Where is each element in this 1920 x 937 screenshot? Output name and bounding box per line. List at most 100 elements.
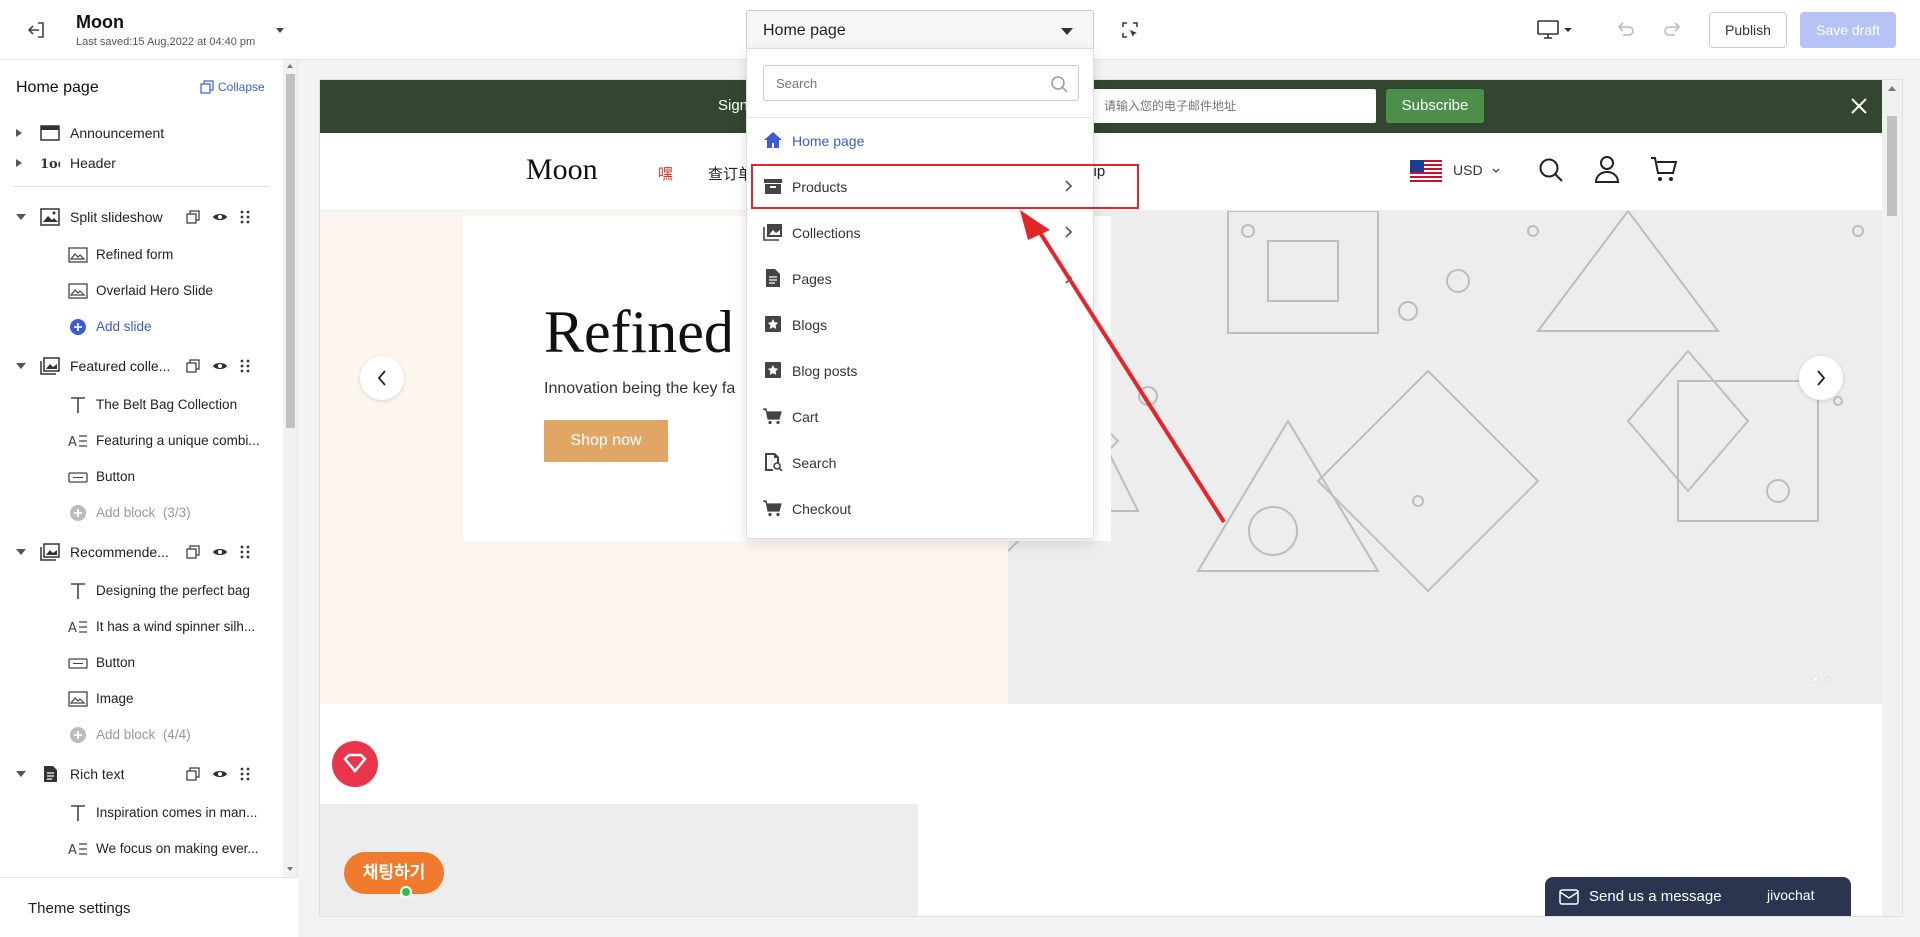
shopping-cart-icon[interactable] — [1650, 155, 1678, 183]
scroll-down-arrow-icon[interactable] — [287, 867, 293, 871]
subscribe-button[interactable]: Subscribe — [1386, 89, 1484, 123]
block-item[interactable]: A Featuring a unique combi... — [0, 426, 280, 456]
sidebar-scrollbar[interactable] — [283, 60, 297, 877]
shop-now-button[interactable]: Shop now — [544, 420, 668, 462]
scroll-up-arrow-icon[interactable] — [1888, 86, 1896, 91]
paragraph-icon: A — [68, 843, 87, 858]
preview-scrollbar[interactable] — [1882, 80, 1902, 916]
chevron-down-icon[interactable] — [1492, 167, 1500, 175]
inspect-icon[interactable] — [1120, 20, 1140, 40]
section-recommended[interactable]: Recommende... — [0, 537, 280, 567]
newsletter-email-field[interactable] — [1092, 89, 1376, 123]
dropdown-item-label: Pages — [792, 271, 832, 287]
drag-handle-icon[interactable] — [240, 767, 250, 781]
red-arrow-annotation — [1020, 210, 1226, 524]
eye-icon[interactable] — [212, 359, 228, 373]
eye-icon[interactable] — [212, 767, 228, 781]
drag-handle-icon[interactable] — [240, 210, 250, 224]
page-selector[interactable]: Home page — [746, 10, 1094, 50]
section-announcement[interactable]: Announcement — [0, 118, 280, 148]
collapse-arrow-icon[interactable] — [16, 771, 26, 777]
section-rich-text[interactable]: Rich text — [0, 759, 280, 789]
slide-next-button[interactable] — [1799, 356, 1843, 400]
exit-icon[interactable] — [26, 20, 46, 40]
add-block-button[interactable]: Add block (4/4) — [0, 720, 280, 750]
chevron-left-icon — [377, 370, 386, 386]
search-doc-icon — [765, 453, 783, 471]
slide-dot[interactable] — [1812, 676, 1819, 683]
section-featured-collection[interactable]: Featured colle... — [0, 351, 280, 381]
block-item[interactable]: A It has a wind spinner silh... — [0, 612, 280, 642]
collapse-button[interactable]: Collapse — [200, 80, 265, 94]
search-icon[interactable] — [1538, 157, 1564, 183]
paragraph-icon: A — [68, 435, 87, 450]
section-label: Featured colle... — [70, 358, 171, 374]
block-item[interactable]: Image — [0, 684, 280, 714]
chat-button[interactable]: 채팅하기 — [344, 852, 444, 894]
blog-post-icon — [765, 362, 781, 378]
scrollbar-thumb[interactable] — [286, 74, 295, 428]
blog-icon — [765, 316, 781, 332]
expand-arrow-icon[interactable] — [16, 159, 22, 167]
cart-icon — [763, 408, 782, 425]
nav-item[interactable]: 嘿 — [658, 163, 673, 184]
drag-handle-icon[interactable] — [240, 359, 250, 373]
close-icon[interactable] — [1850, 97, 1868, 115]
block-item[interactable]: Button — [0, 462, 280, 492]
scroll-up-arrow-icon[interactable] — [287, 64, 293, 68]
checkout-cart-icon — [763, 500, 782, 517]
collapse-arrow-icon[interactable] — [16, 363, 26, 369]
dropdown-item-home-page[interactable]: Home page — [747, 119, 1093, 161]
scrollbar-thumb[interactable] — [1887, 116, 1897, 216]
collapse-arrow-icon[interactable] — [16, 549, 26, 555]
collection-icon — [40, 543, 60, 561]
redo-icon[interactable] — [1662, 18, 1684, 40]
slide-dot[interactable] — [1825, 676, 1832, 683]
block-item[interactable]: The Belt Bag Collection — [0, 390, 280, 420]
text-icon — [71, 805, 85, 821]
block-item[interactable]: Inspiration comes in man... — [0, 798, 280, 828]
drag-handle-icon[interactable] — [240, 545, 250, 559]
slideshow-icon — [40, 208, 60, 226]
currency-selector[interactable]: USD — [1453, 162, 1483, 178]
collapse-arrow-icon[interactable] — [16, 214, 26, 220]
page-search-field[interactable] — [763, 65, 1079, 101]
publish-button[interactable]: Publish — [1709, 12, 1787, 48]
eye-icon[interactable] — [212, 545, 228, 559]
undo-icon[interactable] — [1614, 18, 1636, 40]
collapse-label: Collapse — [218, 80, 265, 94]
add-slide-button[interactable]: Add slide — [0, 312, 280, 342]
section-split-slideshow[interactable]: Split slideshow — [0, 202, 280, 232]
jivochat-widget[interactable]: Send us a message jivochat — [1545, 877, 1851, 916]
duplicate-icon[interactable] — [186, 545, 200, 559]
store-menu-caret-icon[interactable] — [276, 28, 284, 33]
add-block-button[interactable]: Add block (3/3) — [0, 498, 280, 528]
loyalty-badge-icon[interactable] — [332, 741, 378, 787]
text-icon — [71, 397, 85, 413]
eye-icon[interactable] — [212, 210, 228, 224]
us-flag-icon[interactable] — [1410, 160, 1442, 182]
desktop-device-icon[interactable] — [1536, 18, 1576, 40]
theme-settings-button[interactable]: Theme settings — [0, 877, 298, 937]
slide-prev-button[interactable] — [360, 356, 404, 400]
site-logo[interactable]: Moon — [526, 153, 598, 187]
duplicate-icon[interactable] — [186, 359, 200, 373]
block-item[interactable]: Designing the perfect bag — [0, 576, 280, 606]
block-item[interactable]: Refined form — [0, 240, 280, 270]
dropdown-item-label: Collections — [792, 225, 861, 241]
duplicate-icon[interactable] — [186, 767, 200, 781]
block-item[interactable]: Overlaid Hero Slide — [0, 276, 280, 306]
chevron-right-icon — [1817, 370, 1826, 386]
user-account-icon[interactable] — [1594, 155, 1620, 183]
block-item[interactable]: Button — [0, 648, 280, 678]
block-label: Featuring a unique combi... — [96, 433, 260, 448]
add-circle-icon — [70, 505, 86, 521]
expand-arrow-icon[interactable] — [16, 129, 22, 137]
block-item[interactable]: A We focus on making ever... — [0, 834, 280, 864]
svg-text:A: A — [68, 435, 77, 450]
section-header[interactable]: 1oo Header — [0, 148, 280, 178]
duplicate-icon[interactable] — [186, 210, 200, 224]
page-search-input[interactable] — [764, 66, 1034, 100]
save-draft-button[interactable]: Save draft — [1800, 12, 1896, 48]
email-input[interactable] — [1092, 89, 1376, 123]
